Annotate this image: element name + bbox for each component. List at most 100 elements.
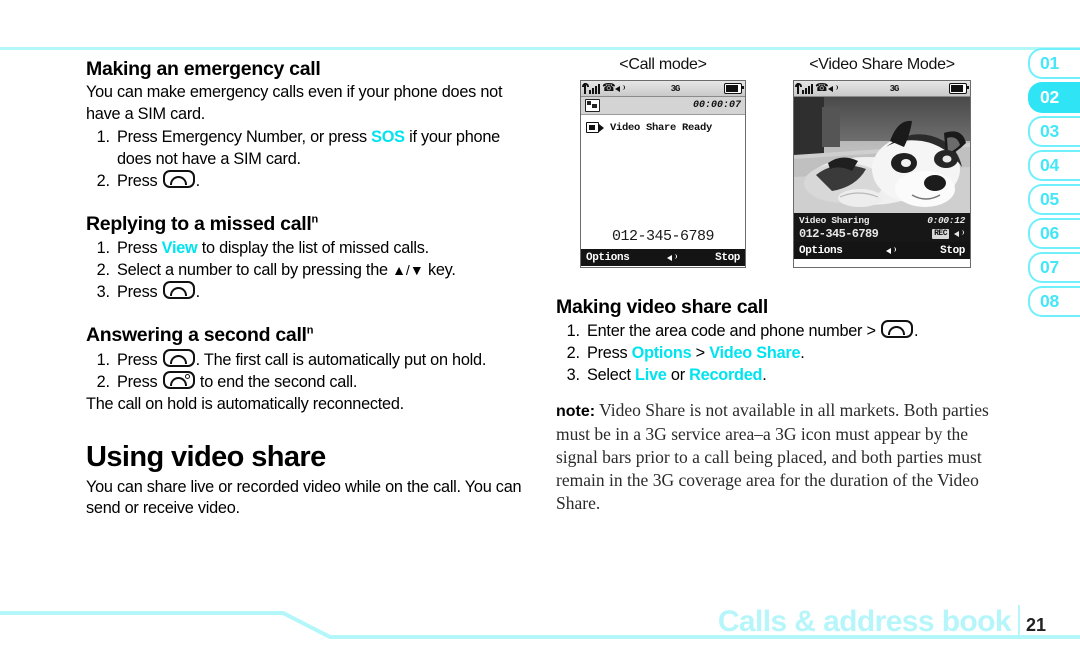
softkey-right-stop[interactable]: Stop bbox=[715, 252, 740, 264]
step-separator: or bbox=[666, 366, 690, 385]
step-text: Press bbox=[587, 344, 632, 363]
step-text: Press bbox=[117, 350, 162, 369]
status-bar: 3G bbox=[581, 81, 745, 97]
softkey-left-options[interactable]: Options bbox=[799, 245, 843, 257]
list-item: Press to end the second call. bbox=[114, 371, 534, 394]
video-share-intro-paragraph: You can share live or recorded video whi… bbox=[86, 477, 522, 518]
softkey-left-options[interactable]: Options bbox=[586, 252, 630, 264]
video-info-row-1: Video Sharing 0:00:12 bbox=[799, 215, 965, 226]
missed-call-steps-list: Press View to display the list of missed… bbox=[86, 238, 534, 304]
video-share-call-steps-list: Enter the area code and phone number > .… bbox=[556, 320, 996, 386]
step-text: Press Emergency Number, or press bbox=[117, 127, 372, 146]
left-content-column: Making an emergency call You can make em… bbox=[86, 58, 534, 520]
heading-text: Making an emergency call bbox=[86, 58, 321, 80]
list-item: Press . bbox=[114, 170, 534, 193]
list-item: Enter the area code and phone number > . bbox=[584, 320, 996, 343]
handset-icon bbox=[602, 81, 616, 94]
heading-making-emergency-call: Making an emergency call bbox=[86, 58, 534, 80]
step-text-tail: key. bbox=[423, 260, 456, 279]
phone-caption-video-share-mode: <Video Share Mode> bbox=[809, 56, 955, 73]
video-sharing-label: Video Sharing bbox=[799, 215, 870, 226]
chapter-tab-05[interactable]: 05 bbox=[1028, 184, 1080, 215]
heading-making-video-share-call: Making video share call bbox=[556, 296, 769, 318]
dialed-number: 012-345-6789 bbox=[611, 228, 715, 245]
chapter-tab-rail: 01 02 03 04 05 06 07 08 bbox=[1028, 48, 1080, 320]
send-key-icon bbox=[162, 170, 195, 189]
step-text-tail: . The first call is automatically put on… bbox=[195, 350, 487, 369]
list-item: Select Live or Recorded. bbox=[584, 365, 996, 387]
phone-caption-call-mode: <Call mode> bbox=[619, 56, 707, 73]
chapter-tab-03[interactable]: 03 bbox=[1028, 116, 1080, 147]
page-number: 21 bbox=[1025, 615, 1046, 635]
chapter-tab-07[interactable]: 07 bbox=[1028, 252, 1080, 283]
sos-accent-text: SOS bbox=[371, 127, 405, 146]
step-text: Enter the area code and phone number > bbox=[587, 322, 881, 341]
list-item: Select a number to call by pressing the … bbox=[114, 260, 534, 282]
signal-bars-icon bbox=[795, 83, 813, 94]
heading-using-video-share: Using video share bbox=[86, 440, 326, 473]
chapter-tab-02[interactable]: 02 bbox=[1028, 82, 1080, 113]
video-share-ready-row: Video Share Ready bbox=[581, 115, 745, 135]
step-text: Press bbox=[117, 373, 162, 392]
footer-divider bbox=[1017, 605, 1020, 637]
phone-screen-video-share: 3G bbox=[793, 80, 971, 268]
signal-bars-icon bbox=[582, 83, 600, 94]
emergency-steps-list: Press Emergency Number, or press SOS if … bbox=[86, 127, 534, 193]
list-item: Press Options > Video Share. bbox=[584, 343, 996, 365]
step-text-tail: . bbox=[195, 283, 201, 302]
speaker-icon bbox=[828, 84, 839, 94]
handset-icon bbox=[815, 81, 829, 94]
chapter-tab-01[interactable]: 01 bbox=[1028, 48, 1080, 79]
second-call-steps-list: Press . The first call is automatically … bbox=[86, 348, 534, 395]
softkey-bar: Options Stop bbox=[794, 242, 970, 259]
send-key-icon bbox=[162, 281, 195, 300]
page-footer: Calls & address book 21 bbox=[718, 605, 1046, 639]
step-separator: > bbox=[691, 344, 710, 363]
speaker-icon[interactable] bbox=[885, 246, 897, 256]
step-text: Press bbox=[117, 172, 162, 191]
options-accent-text: Options bbox=[631, 344, 692, 363]
network-dependent-marker: n bbox=[306, 324, 314, 337]
step-text-tail: to end the second call. bbox=[195, 373, 358, 392]
note-label: note: bbox=[556, 402, 596, 420]
status-left-icons bbox=[582, 81, 626, 94]
send-key-icon bbox=[881, 320, 914, 339]
phone-mockup-call-mode: <Call mode> 3G 00:00:07 Video Share Read… bbox=[580, 56, 746, 268]
step-text-tail: . bbox=[800, 344, 805, 363]
step-text: Press bbox=[117, 283, 162, 302]
network-label: 3G bbox=[670, 83, 681, 94]
step-text: Press bbox=[117, 238, 162, 257]
list-item: Press . bbox=[114, 281, 534, 304]
video-share-timer: 0:00:12 bbox=[927, 215, 965, 226]
step-text: Select bbox=[587, 366, 636, 385]
view-accent-text: View bbox=[161, 238, 198, 257]
chapter-tab-06[interactable]: 06 bbox=[1028, 218, 1080, 249]
second-call-closing-paragraph: The call on hold is automatically reconn… bbox=[86, 395, 404, 414]
send-key-icon bbox=[162, 348, 195, 367]
video-share-indicator-icon bbox=[585, 99, 600, 112]
phone-screenshots-group: <Call mode> 3G 00:00:07 Video Share Read… bbox=[556, 56, 996, 281]
list-item: Press Emergency Number, or press SOS if … bbox=[114, 127, 534, 171]
video-info-row-2: 012-345-6789 REC bbox=[799, 227, 965, 241]
heading-answering-second-call: Answering a second calln bbox=[86, 324, 534, 346]
step-text-tail: . bbox=[762, 366, 767, 385]
speaker-icon[interactable] bbox=[666, 253, 678, 263]
softkey-right-stop[interactable]: Stop bbox=[940, 245, 965, 257]
step-text: Select a number to call by pressing the bbox=[117, 260, 393, 279]
chapter-tab-04[interactable]: 04 bbox=[1028, 150, 1080, 181]
right-content-column: Making video share call Enter the area c… bbox=[556, 296, 996, 515]
header-rule bbox=[0, 47, 1080, 50]
phone-screen-call-mode: 3G 00:00:07 Video Share Ready 012-345-67… bbox=[580, 80, 746, 268]
chapter-tab-08[interactable]: 08 bbox=[1028, 286, 1080, 317]
end-key-icon bbox=[162, 371, 195, 390]
dialed-number: 012-345-6789 bbox=[799, 227, 879, 241]
footer-chapter-title: Calls & address book bbox=[717, 605, 1012, 638]
status-bar: 3G bbox=[794, 81, 970, 97]
battery-icon bbox=[724, 83, 744, 94]
network-indicator: 3G bbox=[839, 84, 949, 94]
network-dependent-marker: n bbox=[311, 213, 319, 226]
list-item: Press View to display the list of missed… bbox=[114, 238, 534, 260]
network-label: 3G bbox=[889, 83, 900, 94]
speaker-icon bbox=[954, 229, 965, 239]
